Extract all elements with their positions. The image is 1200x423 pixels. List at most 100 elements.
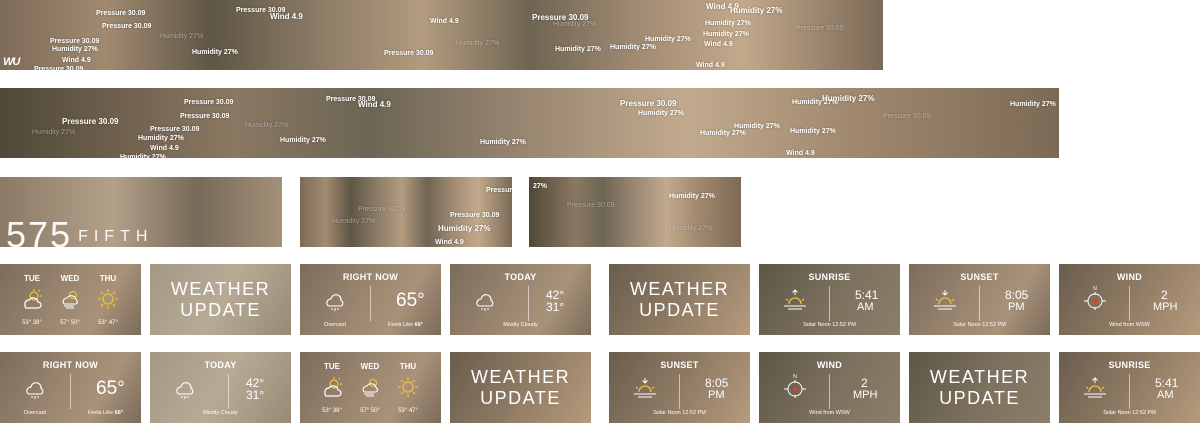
compass-n-label: N [793, 374, 797, 380]
ticker-humidity: Humidity 27% [480, 139, 526, 146]
sunset-icon [634, 378, 656, 398]
divider [370, 286, 371, 321]
ticker-humidity: Humidity 27% [669, 225, 713, 232]
ticker-humidity: Humidity 27% [638, 110, 684, 117]
forecast-lo: 47° [108, 320, 118, 326]
sunrise-icon [1084, 377, 1106, 398]
ticker-humidity: Humidity 27% [160, 33, 204, 40]
weather-update-subtitle: UPDATE [180, 300, 261, 320]
weather-update-tile: WEATHER UPDATE [909, 352, 1050, 423]
ticker-humidity: Humidity 27% [730, 6, 783, 15]
rain-cloud-icon [476, 294, 494, 311]
ticker-pressure: Pressure 30.09 [184, 99, 234, 106]
weather-update-title: WEATHER [170, 279, 271, 299]
divider [528, 286, 529, 321]
forecast-day: THU [399, 362, 417, 371]
solar-noon-text: Solar Noon 12:52 PM [1103, 410, 1156, 416]
tile-title: TODAY [204, 360, 237, 370]
today-lo: 31° [546, 300, 565, 314]
ticker-pct: 27% [533, 183, 548, 190]
today-lo: 31° [246, 388, 265, 402]
sun-icon [398, 377, 418, 397]
ticker-humidity: Humidity 27% [192, 49, 238, 56]
ticker-wind: Wind 4.9 [786, 150, 815, 157]
rain-cloud-icon [326, 294, 344, 311]
ticker-humidity: Humidity 27% [438, 224, 491, 233]
ticker-pressure: Pressure 30.09 [34, 66, 84, 70]
ticker-pressure: Pressure 30.09 [50, 38, 100, 45]
wind-tile: WIND N 2 MPH Wind from WSW [1059, 264, 1200, 335]
forecast-lo: 50° [370, 408, 380, 414]
sunrise-time: 5:41 [855, 288, 879, 302]
forecast-day: THU [99, 274, 117, 283]
ticker-humidity: Humidity 27% [120, 154, 166, 158]
sunrise-tile: SUNRISE 5:41 AM Solar Noon 12:52 PM [1059, 352, 1200, 423]
wu-logo: WU [3, 56, 20, 68]
ticker-wind: Wind 4.9 [270, 12, 303, 21]
feels-like-text: Feels Like 66° [370, 322, 441, 328]
wind-unit: MPH [1153, 301, 1178, 313]
tile-title: SUNRISE [1108, 360, 1151, 370]
ticker-pressure: Pressure 30.09 [620, 99, 677, 108]
ticker-wind: Wind 4.9 [430, 18, 459, 25]
weather-update-subtitle: UPDATE [939, 388, 1020, 408]
ticker-pressure: Pressure 30.09 [486, 187, 512, 194]
forecast-day: WED [360, 362, 380, 371]
forecast-lo: 50° [70, 320, 80, 326]
forecast-hi: 53° [22, 320, 32, 326]
wind-speed: 2 [1161, 288, 1168, 302]
ticker-strip-3: Pressure 30.09 Pressure 30.09 Humidity 2… [300, 177, 512, 247]
ticker-humidity: Humidity 27% [790, 128, 836, 135]
ticker-humidity: Humidity 27% [138, 135, 184, 142]
ticker-humidity: Humidity 27% [332, 218, 376, 225]
solar-noon-text: Solar Noon 12:52 PM [803, 322, 856, 328]
tile-title: RIGHT NOW [42, 360, 99, 370]
sunset-ampm: PM [1008, 301, 1025, 313]
ticker-pressure: Pressure 30.09 [150, 126, 200, 133]
feels-like-label: Feels Like [388, 322, 414, 328]
current-temp: 65° [96, 378, 125, 399]
sunset-ampm: PM [708, 389, 725, 401]
tile-title: WIND [816, 360, 843, 370]
feels-like-value: 66° [114, 410, 123, 416]
forecast-day: WED [60, 274, 80, 283]
solar-noon-text: Solar Noon 12:52 PM [653, 410, 706, 416]
weather-update-title: WEATHER [929, 367, 1030, 387]
right-now-tile: RIGHT NOW 65° Overcast Feels Like 66° [300, 264, 441, 335]
sunset-icon [934, 290, 956, 310]
ticker-humidity: Humidity 27% [700, 130, 746, 137]
tile-title: RIGHT NOW [342, 272, 399, 282]
current-temp: 65° [396, 290, 425, 311]
today-tile: TODAY 42° 31° Mostly Cloudy [450, 264, 591, 335]
ticker-pressure: Pressure 30.09 [96, 10, 146, 17]
feels-like-label: Feels Like [88, 410, 114, 416]
forecast-hi: 53° [398, 408, 408, 414]
wind-speed: 2 [861, 376, 868, 390]
ticker-humidity: Humidity 27% [645, 36, 691, 43]
ticker-humidity: Humidity 27% [610, 44, 656, 51]
sunrise-ampm: AM [1157, 389, 1174, 401]
divider [829, 374, 830, 409]
wind-unit: MPH [853, 389, 878, 401]
wind-from-text: Wind from WSW [1109, 322, 1150, 328]
forecast-hi: 53° [322, 408, 332, 414]
brand-number: 575 [6, 214, 73, 247]
ticker-humidity: Humidity 27% [280, 137, 326, 144]
ticker-humidity: Humidity 27% [245, 122, 289, 129]
ticker-pressure: Pressure 30.09 [450, 212, 500, 219]
weather-update-tile: WEATHER UPDATE [450, 352, 591, 423]
today-tile: TODAY 42° 31° Mostly Cloudy [150, 352, 291, 423]
condition-text: Mostly Cloudy [503, 322, 538, 328]
compass-icon: N [1084, 286, 1106, 310]
forecast-temp: 53° 47° [90, 320, 126, 326]
ticker-humidity: Humidity 27% [555, 46, 601, 53]
ticker-pressure: Pressure 30.09 [796, 25, 844, 32]
divider [979, 286, 980, 321]
rain-cloud-icon [176, 382, 194, 399]
feels-like-text: Feels Like 66° [70, 410, 141, 416]
ticker-humidity: Humidity 27% [669, 193, 715, 200]
tile-title: TODAY [504, 272, 537, 282]
ticker-strip-1: Pressure 30.09 Pressure 30.09 Wind 4.9 P… [0, 0, 883, 70]
ticker-pressure: Pressure 30.09 [384, 50, 434, 57]
ticker-wind: Wind 4.9 [358, 100, 391, 109]
